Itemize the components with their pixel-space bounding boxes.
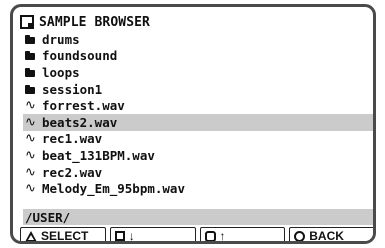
list-item-label: beat_131BPM.wav bbox=[42, 147, 155, 163]
list-item-label: rec1.wav bbox=[42, 131, 103, 147]
waveform-icon: ∿ bbox=[25, 98, 36, 114]
current-path: /USER/ bbox=[23, 209, 373, 225]
list-item-label: loops bbox=[42, 64, 80, 80]
list-item[interactable]: loops bbox=[23, 64, 373, 81]
back-button[interactable]: BACK bbox=[289, 227, 373, 243]
list-item[interactable]: ∿ rec1.wav bbox=[23, 131, 373, 148]
down-button-label: ↓ bbox=[128, 229, 135, 243]
list-item-label: forrest.wav bbox=[42, 98, 125, 114]
waveform-icon: ∿ bbox=[25, 164, 36, 180]
folder-icon bbox=[25, 51, 37, 61]
waveform-icon: ∿ bbox=[25, 147, 36, 163]
list-item-selected[interactable]: ∿ beats2.wav bbox=[23, 113, 373, 131]
list-item[interactable]: ∿ beat_131BPM.wav bbox=[23, 147, 373, 164]
list-item[interactable]: drums bbox=[23, 31, 373, 48]
list-item[interactable]: ∿ rec2.wav bbox=[23, 164, 373, 181]
triangle-icon bbox=[25, 230, 37, 241]
list-item[interactable]: foundsound bbox=[23, 48, 373, 65]
circle-icon bbox=[294, 230, 306, 241]
list-item-label: session1 bbox=[42, 81, 103, 97]
square-icon bbox=[114, 231, 125, 241]
list-item[interactable]: ∿ forrest.wav bbox=[23, 97, 373, 114]
up-button[interactable]: ↑ bbox=[199, 227, 286, 243]
sample-browser-icon bbox=[20, 15, 34, 29]
up-button-label: ↑ bbox=[219, 229, 226, 243]
list-item[interactable]: ∿ Melody_Em_95bpm.wav bbox=[23, 180, 373, 197]
list-item-label: beats2.wav bbox=[42, 114, 118, 130]
window-title: SAMPLE BROWSER bbox=[39, 14, 150, 30]
octagon-icon bbox=[204, 230, 216, 241]
button-bar: SELECT ↓ ↑ BACK bbox=[20, 227, 373, 243]
select-button[interactable]: SELECT bbox=[20, 227, 106, 243]
folder-icon bbox=[25, 34, 37, 44]
list-item[interactable]: session1 bbox=[23, 81, 373, 98]
folder-icon bbox=[25, 84, 37, 94]
waveform-icon: ∿ bbox=[25, 131, 36, 147]
list-item-label: Melody_Em_95bpm.wav bbox=[42, 181, 185, 197]
list-item-label: rec2.wav bbox=[42, 164, 103, 180]
list-item-label: foundsound bbox=[42, 48, 118, 64]
back-button-label: BACK bbox=[309, 229, 344, 243]
waveform-icon: ∿ bbox=[25, 181, 36, 197]
select-button-label: SELECT bbox=[41, 229, 89, 243]
folder-icon bbox=[25, 67, 37, 77]
sample-browser-window: SAMPLE BROWSER drums foundsound loops se… bbox=[10, 4, 376, 244]
down-button[interactable]: ↓ bbox=[109, 227, 196, 243]
title-bar: SAMPLE BROWSER bbox=[20, 13, 150, 31]
file-list: drums foundsound loops session1 ∿ forres… bbox=[23, 31, 373, 197]
waveform-icon: ∿ bbox=[25, 114, 36, 130]
list-item-label: drums bbox=[42, 31, 80, 47]
